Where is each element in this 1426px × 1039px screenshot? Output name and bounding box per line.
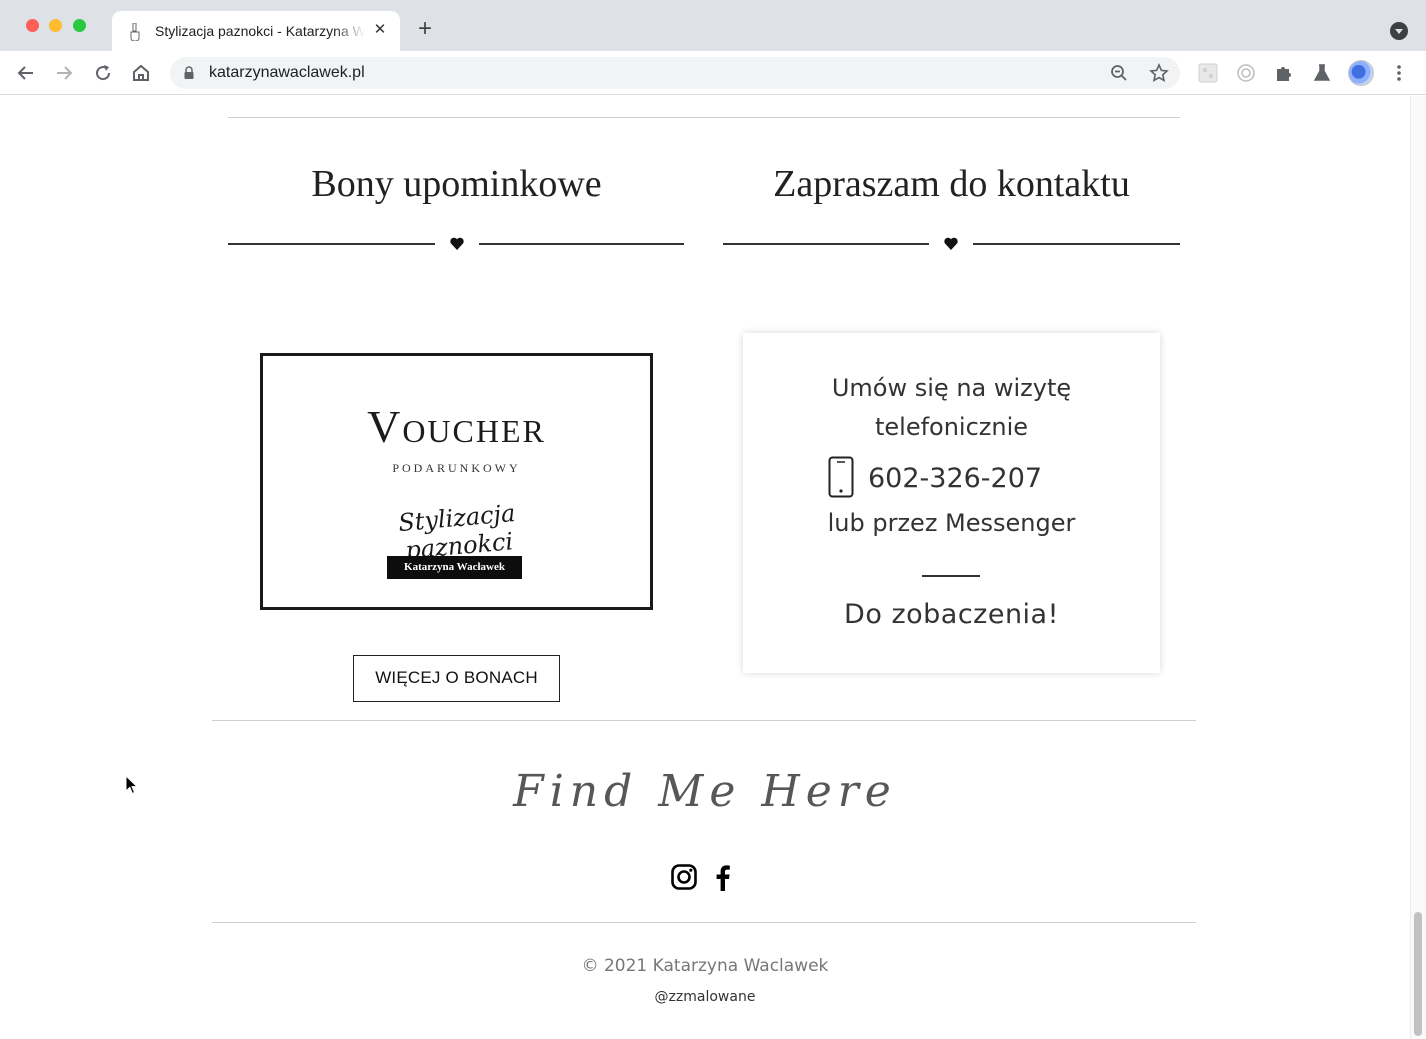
bookmark-star-icon[interactable] (1149, 63, 1169, 83)
reload-icon[interactable] (92, 62, 114, 84)
browser-toolbar: katarzynawaclawek.pl (0, 51, 1426, 95)
extension-target-icon[interactable] (1235, 62, 1257, 84)
nail-polish-icon (130, 23, 140, 41)
heading-divider-line (723, 243, 929, 245)
heading-divider-line (228, 243, 435, 245)
page-scrollbar[interactable] (1410, 96, 1426, 1039)
contact-divider (922, 575, 980, 577)
lock-icon[interactable] (184, 66, 194, 79)
voucher-title: Voucher (367, 401, 546, 452)
url-text[interactable]: katarzynawaclawek.pl (209, 64, 365, 82)
maximize-window-button[interactable] (73, 19, 86, 32)
footer-bottom-divider (212, 922, 1196, 923)
top-divider (228, 117, 1180, 118)
contact-line-appointment: Umów się na wizytę (831, 374, 1072, 402)
new-tab-button[interactable]: + (414, 17, 436, 41)
tab-title: Stylizacja paznokci - Katarzyna Waclawek (155, 23, 365, 39)
voucher-name-badge: Katarzyna Wacławek (387, 556, 522, 579)
contact-line-phone: telefonicznie (874, 413, 1029, 441)
address-bar[interactable]: katarzynawaclawek.pl (170, 57, 1180, 89)
contact-line-messenger: lub przez Messenger (827, 509, 1076, 537)
browser-tab-bar: Stylizacja paznokci - Katarzyna Waclawek… (0, 0, 1426, 51)
web-page: Bony upominkowe Voucher PODARUNKOWY Styl… (0, 96, 1410, 1039)
heading-divider-line (973, 243, 1180, 245)
labs-flask-icon[interactable] (1311, 62, 1333, 84)
heart-icon (450, 237, 464, 250)
instagram-icon[interactable] (670, 863, 698, 891)
voucher-image: Voucher PODARUNKOWY Stylizacja paznokci … (260, 353, 653, 610)
contact-section-title: Zapraszam do kontaktu (773, 163, 1130, 205)
phone-number[interactable]: 602-326-207 (868, 463, 1042, 494)
extension-grid-icon[interactable] (1197, 62, 1219, 84)
profile-avatar[interactable] (1348, 60, 1374, 86)
back-arrow-icon[interactable] (15, 62, 37, 84)
home-icon[interactable] (130, 62, 152, 84)
heading-divider-line (479, 243, 684, 245)
copyright-text: © 2021 Katarzyna Waclawek (581, 956, 829, 976)
tab-search-icon[interactable] (1390, 22, 1408, 40)
close-tab-icon[interactable]: ✕ (370, 20, 390, 40)
scrollbar-thumb[interactable] (1414, 912, 1422, 1036)
facebook-icon[interactable] (709, 863, 737, 891)
close-window-button[interactable] (26, 19, 39, 32)
heart-icon (944, 237, 958, 250)
zoom-icon[interactable] (1110, 64, 1128, 82)
more-menu-icon[interactable] (1391, 63, 1407, 83)
forward-arrow-icon[interactable] (53, 62, 75, 84)
smartphone-icon (828, 456, 854, 498)
gift-section-title: Bony upominkowe (311, 163, 602, 205)
mouse-cursor-icon (125, 775, 139, 795)
footer-top-divider (212, 720, 1196, 721)
instagram-handle[interactable]: @zzmalowane (0, 989, 1410, 1005)
find-me-here-text: Find Me Here (513, 766, 897, 817)
find-me-here-heading: Find Me Here (510, 758, 900, 828)
minimize-window-button[interactable] (49, 19, 62, 32)
voucher-subtitle: PODARUNKOWY (392, 461, 521, 475)
browser-tab[interactable]: Stylizacja paznokci - Katarzyna Waclawek… (112, 11, 400, 51)
more-about-vouchers-button[interactable]: WIĘCEJ O BONACH (353, 655, 560, 702)
extensions-puzzle-icon[interactable] (1273, 62, 1295, 84)
contact-card: Umów się na wizytę telefonicznie 602-326… (743, 333, 1160, 673)
contact-farewell: Do zobaczenia! (844, 599, 1059, 630)
